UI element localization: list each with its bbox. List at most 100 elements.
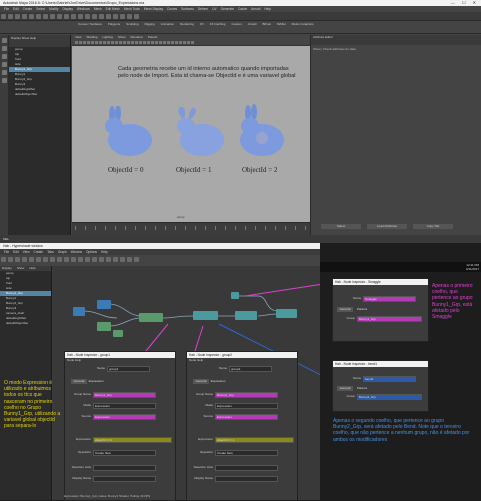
command-line[interactable]: MEL: [0, 235, 481, 243]
menu-item[interactable]: Surfaces: [181, 7, 194, 11]
menu-item[interactable]: Edit Mesh: [106, 7, 120, 11]
attr-field[interactable]: [215, 465, 278, 471]
select-tool-icon[interactable]: [2, 38, 7, 43]
name-field[interactable]: bend1: [363, 376, 416, 382]
inspector-menu[interactable]: Node Help: [65, 358, 175, 363]
attr-field[interactable]: Expression: [215, 414, 278, 420]
menu-item[interactable]: Select: [36, 7, 45, 11]
graph-node[interactable]: [231, 292, 239, 299]
shelf-tabs[interactable]: Curves / Surfaces Polygons Sculpting Riggin…: [78, 21, 318, 27]
group-field[interactable]: Bunny1_Grp: [357, 316, 422, 322]
menu-item[interactable]: Options: [86, 250, 97, 254]
shelf-tab-item[interactable]: Sculpting: [126, 22, 138, 26]
name-field[interactable]: group2: [229, 366, 272, 372]
outliner-tab-item[interactable]: Show: [17, 266, 25, 270]
menu-item[interactable]: File: [4, 7, 9, 11]
menu-item[interactable]: Mesh Tools: [124, 7, 140, 11]
bunny-icon[interactable]: [172, 104, 230, 160]
shelf-tab-item[interactable]: MASH: [277, 22, 286, 26]
menu-item[interactable]: Edit: [13, 7, 19, 11]
menu-item[interactable]: Mesh Display: [144, 7, 163, 11]
attribute-editor-header[interactable]: Attribute Editor: [311, 35, 481, 45]
outliner-tab-item[interactable]: Help: [29, 266, 35, 270]
lasso-tool-icon[interactable]: [2, 46, 7, 51]
graph-node[interactable]: [73, 307, 85, 316]
system-tray[interactable]: 12:11 PM 4/11/2017: [466, 263, 479, 271]
paint-tool-icon[interactable]: [2, 54, 7, 59]
tab-general[interactable]: General: [71, 379, 87, 384]
menu-item[interactable]: Modify: [49, 7, 58, 11]
group-field[interactable]: Bunny2_Grp: [357, 394, 422, 400]
outliner-tab-item[interactable]: Display: [2, 266, 12, 270]
menu-item[interactable]: Create: [34, 250, 44, 254]
time-slider[interactable]: [72, 222, 310, 235]
shelf-tab-item[interactable]: Custom: [231, 22, 241, 26]
shelf-tab-item[interactable]: Animation: [161, 22, 174, 26]
viewport-menu-item[interactable]: Lighting: [102, 35, 113, 39]
graph-node[interactable]: [97, 322, 111, 331]
name-field[interactable]: group1: [107, 366, 150, 372]
select-button[interactable]: Select: [321, 224, 361, 229]
menu-item[interactable]: Create: [23, 7, 33, 11]
scale-tool-icon[interactable]: [2, 78, 7, 83]
move-tool-icon[interactable]: [2, 62, 7, 67]
attr-field[interactable]: Expression: [93, 403, 156, 409]
viewport-menu-item[interactable]: Renderer: [131, 35, 144, 39]
menu-item[interactable]: Mesh: [94, 7, 102, 11]
load-attributes-button[interactable]: Load Attributes: [367, 224, 407, 229]
attr-field[interactable]: Create New: [93, 450, 156, 456]
shelf-tab-item[interactable]: Motion Graphics: [292, 22, 314, 26]
attr-field[interactable]: Expression: [93, 414, 156, 420]
menu-item[interactable]: Generate: [221, 7, 234, 11]
hypershade-toolbar[interactable]: [0, 255, 320, 266]
shelf-tab-item[interactable]: Polygons: [108, 22, 120, 26]
attr-field[interactable]: Expression: [215, 403, 278, 409]
menu-item[interactable]: Windows: [77, 7, 90, 11]
menu-item[interactable]: File: [4, 250, 9, 254]
shelf-tab-item[interactable]: FX: [200, 22, 204, 26]
viewport-menu-item[interactable]: Shading: [86, 35, 97, 39]
bunny-icon[interactable]: [232, 104, 290, 160]
tab-params[interactable]: Params: [354, 386, 370, 391]
shelf-tab-item[interactable]: Rigging: [145, 22, 155, 26]
inspector-menu[interactable]: Node Help: [187, 358, 297, 363]
menu-item[interactable]: Help: [264, 7, 271, 11]
attr-field[interactable]: Create New: [215, 450, 278, 456]
shelf-tab-item[interactable]: Rendering: [180, 22, 194, 26]
outliner-header[interactable]: Display Show Help: [9, 35, 70, 47]
graph-node[interactable]: [139, 313, 163, 322]
tab-expression[interactable]: Expression: [210, 379, 226, 384]
menu-item[interactable]: Window: [71, 250, 82, 254]
tab-expression[interactable]: Expression: [88, 379, 104, 384]
tab-general[interactable]: General: [337, 307, 353, 312]
shelf-tab-item[interactable]: FX Caching: [210, 22, 226, 26]
tab-params[interactable]: Params: [354, 307, 370, 312]
attr-field[interactable]: Bunny2_Grp: [215, 392, 278, 398]
attr-field[interactable]: [93, 476, 156, 482]
attr-field[interactable]: [93, 465, 156, 471]
name-field[interactable]: Smaggle: [363, 296, 416, 302]
attr-field[interactable]: [215, 476, 278, 482]
copy-tab-button[interactable]: Copy Tab: [413, 224, 453, 229]
shelf-tab-item[interactable]: Arnold: [248, 22, 257, 26]
graph-node[interactable]: [97, 300, 111, 309]
menu-item[interactable]: UV: [212, 7, 216, 11]
tool-box[interactable]: [0, 35, 9, 235]
bunny-icon[interactable]: [100, 106, 158, 160]
menu-item[interactable]: Tabs: [47, 250, 54, 254]
viewport-menu-item[interactable]: View: [75, 35, 81, 39]
status-line[interactable]: [0, 12, 481, 21]
shelf-tab-item[interactable]: Curves / Surfaces: [78, 22, 102, 26]
attr-field[interactable]: objectId == 1: [215, 437, 294, 443]
menu-item[interactable]: Curves: [167, 7, 177, 11]
menu-item[interactable]: Cache: [238, 7, 247, 11]
rotate-tool-icon[interactable]: [2, 70, 7, 75]
menu-item[interactable]: Edit: [13, 250, 19, 254]
graph-node[interactable]: [276, 309, 297, 318]
graph-node[interactable]: [113, 330, 123, 337]
tab-general[interactable]: General: [193, 379, 209, 384]
graph-node[interactable]: [193, 311, 218, 320]
graph-node[interactable]: [235, 311, 257, 320]
attr-field[interactable]: Bunny1_Grp: [93, 392, 156, 398]
outliner-item[interactable]: defaultObjectSet: [0, 321, 51, 326]
